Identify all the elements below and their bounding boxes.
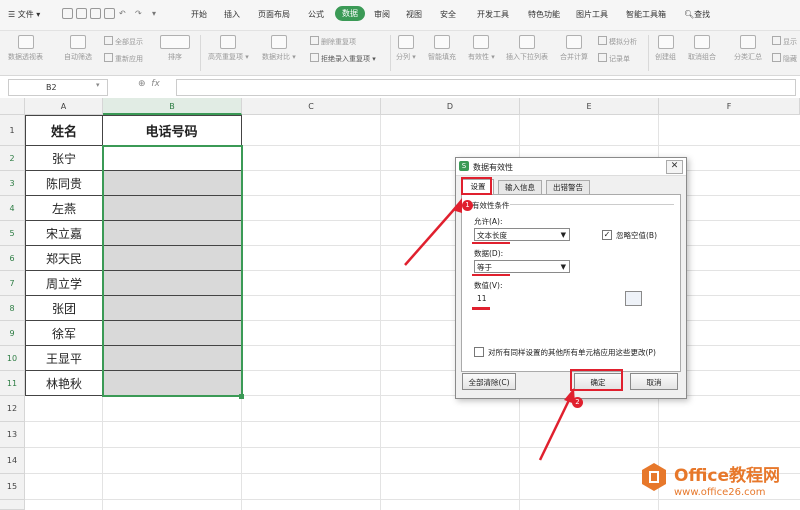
underline-value [472,307,490,310]
office-logo-icon [642,463,666,491]
underline-allow-value [472,242,510,244]
underline-data-value [472,274,510,276]
watermark-title: Office教程网 [674,466,781,486]
annotation-arrows [404,198,575,461]
arrow-2 [538,397,572,461]
highlight-ok-button [570,369,623,391]
step-badge-1: 1 [462,200,473,211]
watermark-url: www.office26.com [674,487,766,498]
step-badge-2: 2 [572,397,583,408]
arrow-1 [404,204,459,266]
highlight-settings-tab [461,177,492,195]
